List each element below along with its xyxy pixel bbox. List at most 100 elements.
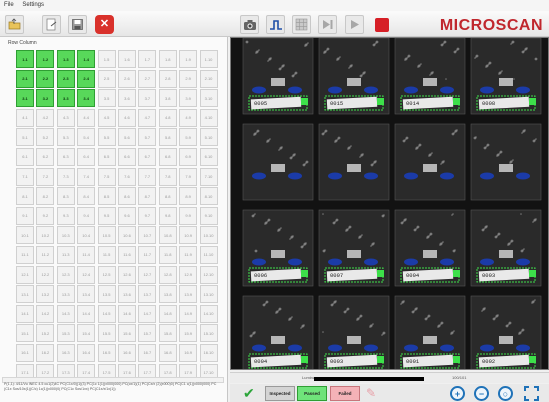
grid-cell[interactable]: 13.7 — [138, 285, 157, 304]
stop-button[interactable] — [375, 18, 389, 32]
zoom-in-button[interactable]: + — [450, 386, 465, 401]
grid-cell[interactable]: 16.6 — [117, 343, 136, 362]
grid-cell[interactable]: 4.2 — [36, 108, 55, 127]
grid-cell[interactable]: 2.4 — [77, 69, 96, 88]
grid-cell[interactable]: 11.8 — [158, 245, 177, 264]
grid-cell[interactable]: 9.3 — [56, 206, 75, 225]
grid-cell[interactable]: 5.4 — [77, 128, 96, 147]
grid-cell[interactable]: 8.2 — [36, 187, 55, 206]
grid-cell[interactable]: 3.4 — [77, 89, 96, 108]
grid-cell[interactable]: 1.1 — [16, 50, 34, 68]
menu-settings[interactable]: Settings — [22, 2, 44, 8]
play-button[interactable] — [345, 15, 364, 34]
grid-cell[interactable]: 14.10 — [199, 304, 218, 323]
grid-cell[interactable]: 13.3 — [56, 285, 75, 304]
grid-cell[interactable]: 6.1 — [16, 147, 34, 166]
grid-cell[interactable]: 2.8 — [158, 69, 177, 88]
grid-cell[interactable]: 9.8 — [158, 206, 177, 225]
grid-cell[interactable]: 7.4 — [77, 167, 96, 186]
grid-cell[interactable]: 9.2 — [36, 206, 55, 225]
grid-cell[interactable]: 1.7 — [138, 50, 157, 68]
grid-cell[interactable]: 5.7 — [138, 128, 157, 147]
grid-cell[interactable]: 9.10 — [199, 206, 218, 225]
grid-cell[interactable]: 7.2 — [36, 167, 55, 186]
grid-cell[interactable]: 7.5 — [97, 167, 116, 186]
menu-file[interactable]: File — [4, 2, 14, 8]
grid-cell[interactable]: 1.4 — [77, 50, 96, 68]
grid-cell[interactable]: 12.5 — [97, 265, 116, 284]
grid-cell[interactable]: 6.9 — [179, 147, 198, 166]
grid-cell[interactable]: 9.5 — [97, 206, 116, 225]
grid-cell[interactable]: 4.6 — [117, 108, 136, 127]
grid-cell[interactable]: 12.9 — [179, 265, 198, 284]
grid-cell[interactable]: 3.2 — [36, 89, 55, 108]
grid-cell[interactable]: 15.3 — [56, 324, 75, 343]
grid-cell[interactable]: 5.6 — [117, 128, 136, 147]
grid-cell[interactable]: 7.7 — [138, 167, 157, 186]
grid-cell[interactable]: 2.2 — [36, 69, 55, 88]
grid-cell[interactable]: 12.1 — [16, 265, 34, 284]
grid-cell[interactable]: 16.8 — [158, 343, 177, 362]
grid-cell[interactable]: 4.3 — [56, 108, 75, 127]
grid-cell[interactable]: 9.9 — [179, 206, 198, 225]
grid-cell[interactable]: 3.1 — [16, 89, 34, 108]
grid-cell[interactable]: 2.3 — [56, 69, 75, 88]
grid-cell[interactable]: 10.7 — [138, 226, 157, 245]
grid-cell[interactable]: 13.5 — [97, 285, 116, 304]
step-button[interactable] — [318, 15, 337, 34]
grid-cell[interactable]: 12.3 — [56, 265, 75, 284]
grid-cell[interactable]: 5.5 — [97, 128, 116, 147]
grid-cell[interactable]: 6.3 — [56, 147, 75, 166]
grid-cell[interactable]: 5.1 — [16, 128, 34, 147]
grid-cell[interactable]: 4.9 — [179, 108, 198, 127]
grid-cell[interactable]: 8.1 — [16, 187, 34, 206]
grid-cell[interactable]: 13.8 — [158, 285, 177, 304]
grid-cell[interactable]: 16.3 — [56, 343, 75, 362]
grid-cell[interactable]: 6.4 — [77, 147, 96, 166]
grid-cell[interactable]: 6.10 — [199, 147, 218, 166]
grid-layout-button[interactable] — [292, 15, 311, 34]
grid-cell[interactable]: 6.7 — [138, 147, 157, 166]
grid-cell[interactable]: 8.8 — [158, 187, 177, 206]
grid-cell[interactable]: 14.1 — [16, 304, 34, 323]
passed-counter[interactable]: Passed — [297, 386, 327, 401]
grid-cell[interactable]: 7.9 — [179, 167, 198, 186]
grid-cell[interactable]: 9.7 — [138, 206, 157, 225]
grid-cell[interactable]: 5.2 — [36, 128, 55, 147]
grid-cell[interactable]: 10.1 — [16, 226, 34, 245]
grid-cell[interactable]: 13.9 — [179, 285, 198, 304]
grid-cell[interactable]: 6.8 — [158, 147, 177, 166]
grid-cell[interactable]: 16.9 — [179, 343, 198, 362]
grid-cell[interactable]: 10.6 — [117, 226, 136, 245]
grid-cell[interactable]: 2.6 — [117, 69, 136, 88]
grid-cell[interactable]: 7.10 — [199, 167, 218, 186]
grid-cell[interactable]: 11.4 — [77, 245, 96, 264]
grid-cell[interactable]: 15.4 — [77, 324, 96, 343]
erase-icon[interactable]: ✎ — [366, 385, 376, 401]
grid-cell[interactable]: 5.9 — [179, 128, 198, 147]
zoom-fit-button[interactable]: ○ — [498, 386, 513, 401]
grid-cell[interactable]: 16.2 — [36, 343, 55, 362]
grid-cell[interactable]: 2.5 — [97, 69, 116, 88]
grid-cell[interactable]: 12.10 — [199, 265, 218, 284]
trigger-button[interactable] — [266, 15, 285, 34]
grid-cell[interactable]: 1.2 — [36, 50, 55, 68]
grid-cell[interactable]: 10.10 — [199, 226, 218, 245]
grid-cell[interactable]: 3.3 — [56, 89, 75, 108]
grid-cell[interactable]: 8.9 — [179, 187, 198, 206]
image-viewer[interactable]: 0005 0015 0014 0008 0006 0007 0004 0003 0004 0003… — [230, 37, 549, 370]
grid-cell[interactable]: 9.1 — [16, 206, 34, 225]
grid-cell[interactable]: 7.1 — [16, 167, 34, 186]
save-button[interactable] — [68, 15, 87, 34]
grid-cell[interactable]: 11.6 — [117, 245, 136, 264]
grid-cell[interactable]: 9.6 — [117, 206, 136, 225]
brightness-slider[interactable] — [314, 377, 424, 381]
grid-cell[interactable]: 14.9 — [179, 304, 198, 323]
camera-button[interactable] — [240, 15, 259, 34]
grid-cell[interactable]: 1.9 — [179, 50, 198, 68]
grid-cell[interactable]: 1.3 — [56, 50, 75, 68]
grid-cell[interactable]: 3.6 — [117, 89, 136, 108]
grid-cell[interactable]: 6.6 — [117, 147, 136, 166]
grid-cell[interactable]: 14.7 — [138, 304, 157, 323]
grid-cell[interactable]: 3.9 — [179, 89, 198, 108]
